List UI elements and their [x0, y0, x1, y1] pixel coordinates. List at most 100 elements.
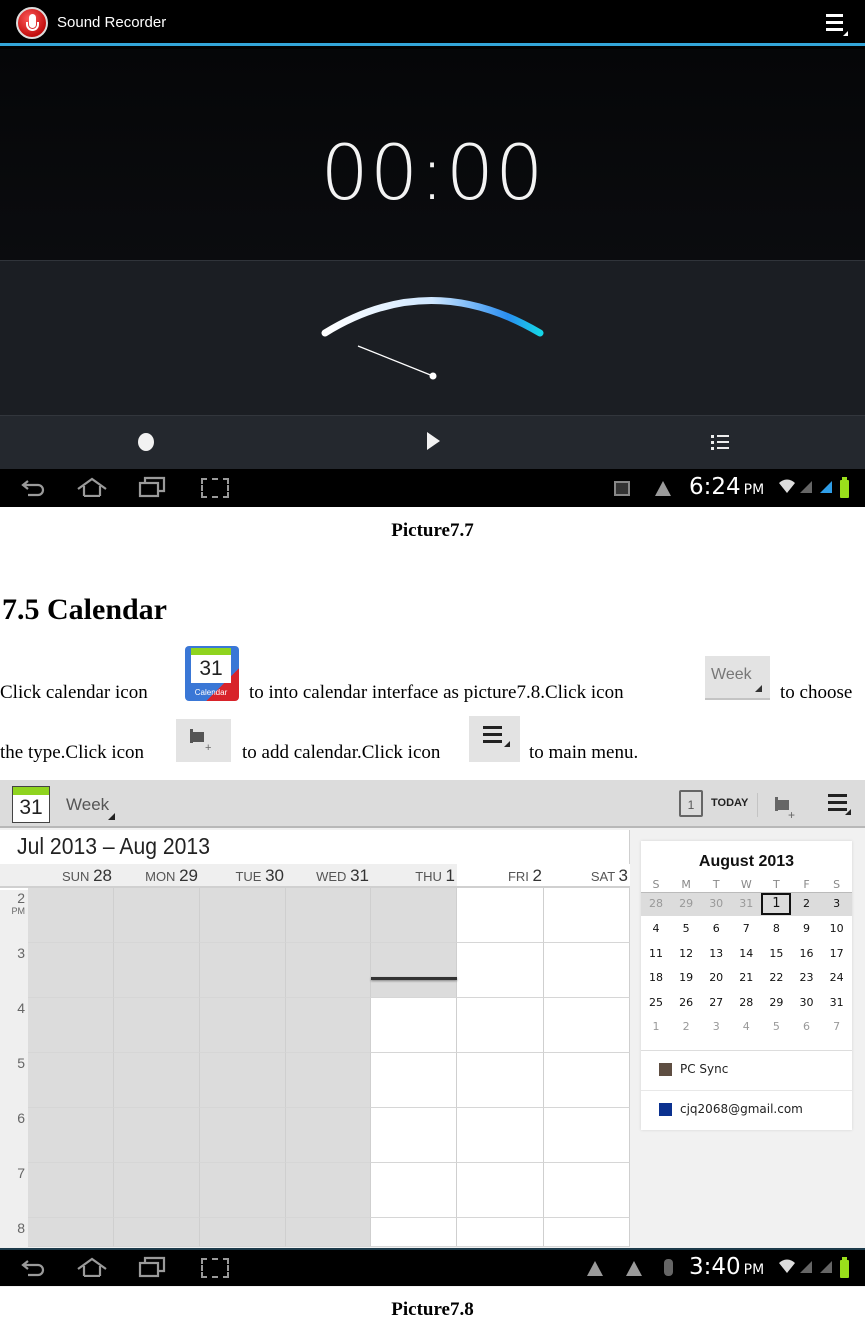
- mini-month-day[interactable]: 24: [822, 971, 852, 984]
- time-slot[interactable]: [114, 998, 200, 1053]
- time-slot[interactable]: [457, 1108, 544, 1163]
- time-slot[interactable]: [457, 888, 544, 943]
- mini-month-day[interactable]: 8: [761, 922, 791, 935]
- home-icon[interactable]: [76, 477, 108, 497]
- mini-month-day[interactable]: 17: [822, 947, 852, 960]
- mini-month-day[interactable]: 1: [641, 1020, 671, 1033]
- mini-month-day[interactable]: 4: [731, 1020, 761, 1033]
- time-slot[interactable]: [544, 1218, 630, 1247]
- time-slot[interactable]: [200, 1163, 286, 1218]
- mini-month-day[interactable]: 10: [822, 922, 852, 935]
- mini-month-day[interactable]: 3: [701, 1020, 731, 1033]
- time-slot[interactable]: [286, 888, 371, 943]
- mini-month-day[interactable]: 26: [671, 996, 701, 1009]
- time-slot[interactable]: [286, 1053, 371, 1108]
- mini-month-day[interactable]: 7: [822, 1020, 852, 1033]
- mini-month-day[interactable]: 18: [641, 971, 671, 984]
- overflow-menu-icon[interactable]: [826, 14, 848, 36]
- mini-month-day[interactable]: 28: [641, 897, 671, 910]
- mini-month-day[interactable]: 14: [731, 947, 761, 960]
- mini-month-day[interactable]: 30: [701, 897, 731, 910]
- mini-month-day[interactable]: 6: [792, 1020, 822, 1033]
- time-slot[interactable]: [371, 1053, 457, 1108]
- time-slot[interactable]: [544, 1108, 630, 1163]
- home-icon[interactable]: [76, 1257, 108, 1277]
- back-icon[interactable]: [20, 479, 46, 497]
- time-slot[interactable]: [544, 888, 630, 943]
- mini-month-day[interactable]: 20: [701, 971, 731, 984]
- mini-month-day[interactable]: 25: [641, 996, 671, 1009]
- day-column-header[interactable]: SAT 3: [544, 866, 628, 886]
- mini-month-day[interactable]: 29: [761, 996, 791, 1009]
- time-slot[interactable]: [544, 1163, 630, 1218]
- time-slot[interactable]: [457, 998, 544, 1053]
- screenshot-icon[interactable]: [201, 478, 229, 498]
- mini-month-day[interactable]: 21: [731, 971, 761, 984]
- time-slot[interactable]: [371, 998, 457, 1053]
- time-slot[interactable]: [28, 1108, 114, 1163]
- day-column-header[interactable]: THU 1: [371, 866, 455, 886]
- time-slot[interactable]: [457, 943, 544, 998]
- screenshot-icon[interactable]: [201, 1258, 229, 1278]
- time-slot[interactable]: [114, 1108, 200, 1163]
- view-selector[interactable]: Week: [66, 795, 109, 815]
- mini-month-day[interactable]: 31: [731, 897, 761, 910]
- day-column-header[interactable]: SUN 28: [28, 866, 112, 886]
- mini-month-day[interactable]: 4: [641, 922, 671, 935]
- time-slot[interactable]: [371, 1163, 457, 1218]
- mini-month-day[interactable]: 2: [671, 1020, 701, 1033]
- mini-month-day[interactable]: 23: [792, 971, 822, 984]
- time-slot[interactable]: [371, 1218, 457, 1247]
- mini-month-day[interactable]: 30: [792, 996, 822, 1009]
- time-slot[interactable]: [457, 1218, 544, 1247]
- mini-month-day[interactable]: 12: [671, 947, 701, 960]
- day-column-header[interactable]: WED 31: [286, 866, 369, 886]
- time-slot[interactable]: [114, 943, 200, 998]
- recordings-list-button[interactable]: [711, 434, 731, 450]
- mini-month-day[interactable]: 15: [761, 947, 791, 960]
- view-selector-dropdown-icon[interactable]: [108, 813, 115, 820]
- time-slot[interactable]: [286, 943, 371, 998]
- time-slot[interactable]: [114, 1218, 200, 1247]
- mini-month-day[interactable]: 5: [761, 1020, 791, 1033]
- time-slot[interactable]: [28, 998, 114, 1053]
- time-slot[interactable]: [457, 1163, 544, 1218]
- time-slot[interactable]: [371, 888, 457, 943]
- mini-month-day[interactable]: 2: [792, 897, 822, 910]
- mini-month-day[interactable]: 16: [792, 947, 822, 960]
- time-slot[interactable]: [114, 1163, 200, 1218]
- time-slot[interactable]: [371, 1108, 457, 1163]
- time-slot[interactable]: [114, 888, 200, 943]
- mini-month-day[interactable]: 31: [822, 996, 852, 1009]
- time-slot[interactable]: [200, 1108, 286, 1163]
- record-button[interactable]: [138, 433, 154, 451]
- time-slot[interactable]: [286, 1163, 371, 1218]
- day-column-header[interactable]: MON 29: [114, 866, 198, 886]
- mini-month-day[interactable]: 1: [761, 893, 792, 915]
- back-icon[interactable]: [20, 1259, 46, 1277]
- time-slot[interactable]: [371, 943, 457, 998]
- recent-apps-icon[interactable]: [138, 476, 166, 498]
- time-slot[interactable]: [200, 998, 286, 1053]
- calendar-list-item[interactable]: PC Sync: [680, 1062, 728, 1076]
- time-slot[interactable]: [200, 1053, 286, 1108]
- main-menu-button[interactable]: [828, 794, 852, 818]
- time-slot[interactable]: [28, 1053, 114, 1108]
- calendar-list-item[interactable]: cjq2068@gmail.com: [680, 1102, 803, 1116]
- time-slot[interactable]: [28, 943, 114, 998]
- time-slot[interactable]: [544, 1053, 630, 1108]
- day-column-header[interactable]: FRI 2: [457, 866, 542, 886]
- time-slot[interactable]: [28, 1218, 114, 1247]
- play-button[interactable]: [427, 432, 440, 450]
- time-slot[interactable]: [200, 1218, 286, 1247]
- time-slot[interactable]: [457, 1053, 544, 1108]
- today-button[interactable]: TODAY: [711, 797, 748, 809]
- mini-month-day[interactable]: 27: [701, 996, 731, 1009]
- time-slot[interactable]: [28, 1163, 114, 1218]
- time-slot[interactable]: [544, 998, 630, 1053]
- time-slot[interactable]: [286, 1218, 371, 1247]
- mini-month-day[interactable]: 28: [731, 996, 761, 1009]
- mini-month-day[interactable]: 5: [671, 922, 701, 935]
- today-calendar-icon[interactable]: 1: [679, 790, 703, 817]
- mini-month-day[interactable]: 22: [761, 971, 791, 984]
